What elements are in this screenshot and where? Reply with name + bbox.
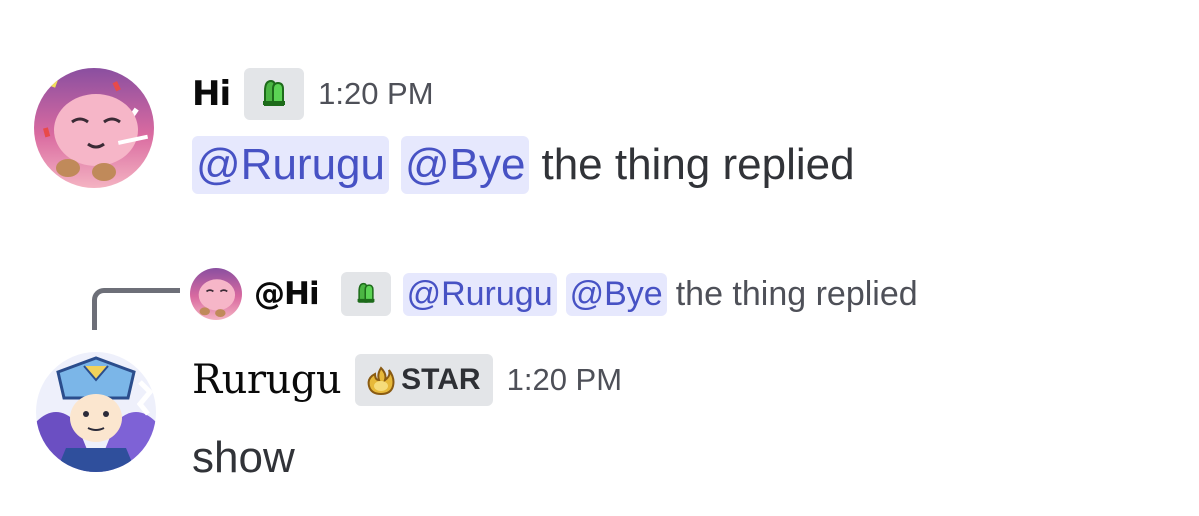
message-header: Rurugu STAR 1:20 PM (192, 352, 622, 408)
mention-rurugu[interactable]: @Rurugu (192, 136, 389, 194)
mention-bye[interactable]: @Bye (400, 136, 530, 194)
reply-mention-rurugu: @Rurugu (402, 272, 557, 316)
author-tag[interactable]: STAR (355, 354, 493, 406)
message-header: Hi 1:20 PM (192, 68, 434, 120)
author-tag[interactable] (244, 68, 305, 120)
gold-flame-icon (365, 364, 397, 396)
green-hands-icon (353, 275, 379, 314)
reply-connector-line (92, 288, 180, 330)
reply-reference[interactable]: @Hi @Rurugu @Bye the thing replied (190, 264, 918, 324)
author-name[interactable]: Hi (192, 74, 231, 114)
message-content: show (192, 428, 295, 488)
message-text: the thing replied (541, 140, 855, 189)
message-timestamp[interactable]: 1:20 PM (507, 362, 622, 398)
message-timestamp[interactable]: 1:20 PM (318, 76, 433, 112)
user-avatar-rurugu[interactable] (36, 352, 156, 472)
message-text: show (192, 433, 295, 482)
reply-author-tag (340, 272, 391, 316)
message-content: @Rurugu @Bye the thing replied (192, 132, 855, 198)
author-name[interactable]: Rurugu (192, 357, 342, 403)
reply-mention-bye: @Bye (565, 272, 667, 316)
author-tag-label: STAR (401, 363, 481, 396)
reply-preview-text: @Rurugu @Bye the thing replied (402, 272, 918, 316)
user-avatar-hi[interactable] (34, 68, 154, 188)
green-hands-icon (257, 75, 291, 114)
reply-text: the thing replied (675, 274, 918, 313)
reply-avatar[interactable] (190, 268, 242, 320)
chat-view: Hi 1:20 PM @Rurugu @Bye the thing replie… (0, 0, 1199, 516)
reply-author-name[interactable]: @Hi (254, 276, 320, 312)
